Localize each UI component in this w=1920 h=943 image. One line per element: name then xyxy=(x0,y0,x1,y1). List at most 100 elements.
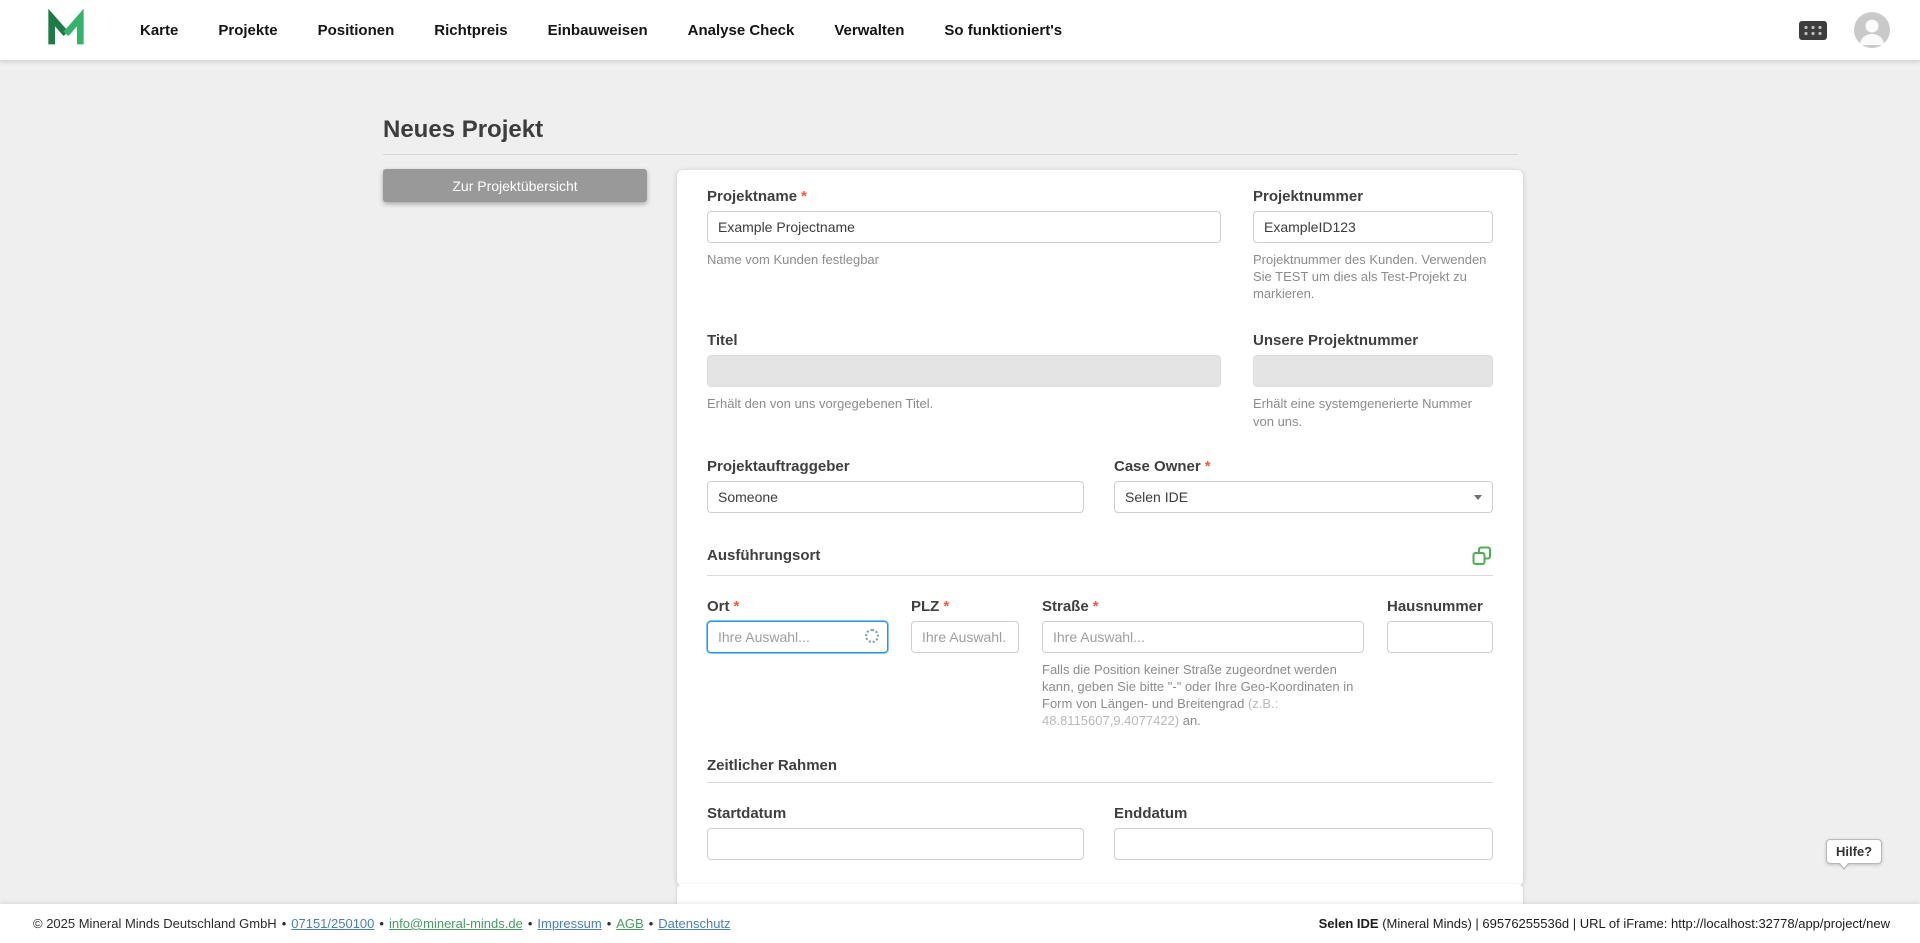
nav-item-richtpreis[interactable]: Richtpreis xyxy=(434,22,507,39)
page-title: Neues Projekt xyxy=(383,116,544,143)
projektnummer-label-text: Projektnummer xyxy=(1253,188,1364,205)
hausnummer-label: Hausnummer xyxy=(1387,598,1493,615)
footer-session-user: Selen IDE xyxy=(1318,916,1379,931)
copy-icon[interactable] xyxy=(1471,545,1493,567)
startdatum-label: Startdatum xyxy=(707,805,1084,822)
help-bubble[interactable]: Hilfe? xyxy=(1826,839,1883,870)
unsere-projektnummer-label: Unsere Projektnummer xyxy=(1253,332,1493,349)
case-owner-label-text: Case Owner xyxy=(1114,457,1201,475)
app-root: Karte Projekte Positionen Richtpreis Ein… xyxy=(0,0,1920,943)
row-auftraggeber-owner: Projektauftraggeber Case Owner * Selen I… xyxy=(707,458,1493,513)
project-overview-button[interactable]: Zur Projektübersicht xyxy=(383,169,647,202)
field-titel: Titel Erhält den von uns vorgegebenen Ti… xyxy=(707,332,1221,429)
required-asterisk: * xyxy=(1204,457,1211,475)
ort-label: Ort * xyxy=(707,598,888,615)
footer-copyright: © 2025 Mineral Minds Deutschland GmbH xyxy=(33,916,277,931)
unsere-projektnummer-label-text: Unsere Projektnummer xyxy=(1253,332,1419,350)
field-hausnummer: Hausnummer xyxy=(1387,598,1493,730)
loading-spinner-icon xyxy=(865,628,879,643)
titel-label: Titel xyxy=(707,332,1221,349)
startdatum-input[interactable] xyxy=(707,828,1084,861)
enddatum-input[interactable] xyxy=(1114,828,1493,861)
footer-email-link[interactable]: info@mineral-minds.de xyxy=(389,916,523,931)
strasse-label: Straße * xyxy=(1042,598,1364,615)
required-asterisk: * xyxy=(1092,597,1099,615)
field-projektnummer: Projektnummer Projektnummer des Kunden. … xyxy=(1253,188,1493,302)
footer-left: © 2025 Mineral Minds Deutschland GmbH • … xyxy=(33,916,731,931)
nav-item-analyse-check[interactable]: Analyse Check xyxy=(688,22,795,39)
unsere-projektnummer-input xyxy=(1253,355,1493,388)
strasse-input[interactable] xyxy=(1042,620,1364,653)
row-dates: Startdatum Enddatum xyxy=(707,805,1493,861)
zeitlicher-rahmen-heading: Zeitlicher Rahmen xyxy=(707,757,838,775)
hausnummer-input[interactable] xyxy=(1387,620,1493,653)
footer-separator: • xyxy=(606,916,612,931)
strasse-helper-main: Falls die Position keiner Straße zugeord… xyxy=(1042,661,1354,712)
footer-datenschutz-link[interactable]: Datenschutz xyxy=(658,916,730,931)
nav-item-einbauweisen[interactable]: Einbauweisen xyxy=(548,22,648,39)
nav-item-positionen[interactable]: Positionen xyxy=(318,22,395,39)
nav-item-so-funktionierts[interactable]: So funktioniert's xyxy=(944,22,1062,39)
field-enddatum: Enddatum xyxy=(1114,805,1493,861)
field-case-owner: Case Owner * Selen IDE xyxy=(1114,458,1493,513)
projektname-input[interactable] xyxy=(707,211,1221,243)
ort-input-wrap xyxy=(707,620,888,653)
ort-input[interactable] xyxy=(707,620,888,653)
mineral-minds-logo-icon xyxy=(48,9,84,45)
field-projektname: Projektname * Name vom Kunden festlegbar xyxy=(707,188,1221,302)
strasse-helper-suffix: an. xyxy=(1179,713,1201,729)
plz-label: PLZ * xyxy=(911,598,1019,615)
projektname-label-text: Projektname xyxy=(707,188,798,205)
footer-separator: • xyxy=(648,916,654,931)
strasse-helper: Falls die Position keiner Straße zugeord… xyxy=(1042,661,1364,730)
strasse-label-text: Straße xyxy=(1042,597,1089,615)
projektauftraggeber-label-text: Projektauftraggeber xyxy=(707,457,850,475)
case-owner-label: Case Owner * xyxy=(1114,458,1493,475)
footer-separator: • xyxy=(527,916,533,931)
projektnummer-helper: Projektnummer des Kunden. Verwenden Sie … xyxy=(1253,252,1487,302)
footer-session-info: (Mineral Minds) | 69576255536d | URL of … xyxy=(1378,916,1890,931)
titel-helper: Erhält den von uns vorgegebenen Titel. xyxy=(707,396,934,412)
footer-phone-link[interactable]: 07151/250100 xyxy=(291,916,374,931)
enddatum-label: Enddatum xyxy=(1114,805,1493,822)
footer-right: Selen IDE (Mineral Minds) | 69576255536d… xyxy=(1319,916,1890,931)
row-titel-unsere: Titel Erhält den von uns vorgegebenen Ti… xyxy=(707,332,1493,429)
projektname-helper: Name vom Kunden festlegbar xyxy=(707,252,879,267)
field-unsere-projektnummer: Unsere Projektnummer Erhält eine systemg… xyxy=(1253,332,1493,429)
case-owner-selected-value: Selen IDE xyxy=(1125,488,1189,505)
projektnummer-input[interactable] xyxy=(1253,211,1493,243)
footer-agb-link[interactable]: AGB xyxy=(616,916,643,931)
nav-item-verwalten[interactable]: Verwalten xyxy=(834,22,904,39)
ausfuehrungsort-heading: Ausführungsort xyxy=(707,547,821,565)
field-projektauftraggeber: Projektauftraggeber xyxy=(707,458,1084,513)
top-navbar: Karte Projekte Positionen Richtpreis Ein… xyxy=(0,0,1920,60)
nav-item-projekte[interactable]: Projekte xyxy=(218,22,277,39)
projektauftraggeber-input[interactable] xyxy=(707,480,1084,513)
footer-impressum-link[interactable]: Impressum xyxy=(537,916,601,931)
title-divider xyxy=(383,154,1518,155)
required-asterisk: * xyxy=(733,597,740,615)
case-owner-select[interactable]: Selen IDE xyxy=(1114,480,1493,513)
field-startdatum: Startdatum xyxy=(707,805,1084,861)
unsere-projektnummer-helper: Erhält eine systemgenerierte Nummer von … xyxy=(1253,396,1472,429)
section-zeitlicher-rahmen: Zeitlicher Rahmen xyxy=(707,757,1493,784)
plz-label-text: PLZ xyxy=(911,597,940,615)
nav-item-karte[interactable]: Karte xyxy=(140,22,178,39)
field-strasse: Straße * Falls die Position keiner Straß… xyxy=(1042,598,1364,730)
enddatum-label-text: Enddatum xyxy=(1114,805,1188,823)
required-asterisk: * xyxy=(943,597,950,615)
titel-input xyxy=(707,355,1221,388)
projektnummer-label: Projektnummer xyxy=(1253,188,1493,205)
footer-separator: • xyxy=(379,916,384,931)
user-avatar-icon[interactable] xyxy=(1854,12,1890,48)
footer: © 2025 Mineral Minds Deutschland GmbH • … xyxy=(0,904,1920,943)
plz-input[interactable] xyxy=(911,620,1019,653)
brand-logo[interactable] xyxy=(45,9,87,51)
new-project-form-card: Projektname * Name vom Kunden festlegbar… xyxy=(677,170,1523,887)
main-nav: Karte Projekte Positionen Richtpreis Ein… xyxy=(140,22,1062,39)
section-ausfuehrungsort: Ausführungsort xyxy=(707,545,1493,576)
footer-separator: • xyxy=(281,916,287,931)
navbar-right xyxy=(1798,12,1890,48)
server-icon[interactable] xyxy=(1798,20,1828,41)
ort-label-text: Ort xyxy=(707,597,730,615)
